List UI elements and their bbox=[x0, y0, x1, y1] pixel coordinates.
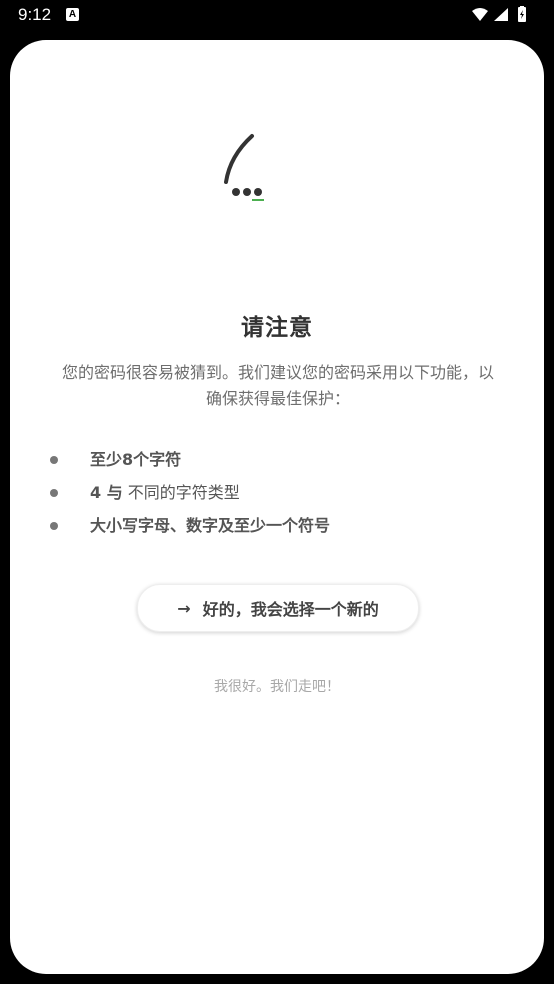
requirement-item: 至少8个字符 bbox=[46, 446, 330, 479]
dialog-title: 请注意 bbox=[241, 315, 313, 341]
choose-new-password-button[interactable]: → 好的，我会选择一个新的 bbox=[137, 584, 419, 632]
wifi-icon bbox=[472, 8, 488, 21]
status-time: 9:12 bbox=[18, 5, 52, 24]
primary-button-label: 好的，我会选择一个新的 bbox=[202, 600, 379, 619]
continue-anyway-link[interactable]: 我很好。我们走吧！ bbox=[10, 676, 544, 696]
bullet-icon bbox=[50, 489, 58, 497]
requirement-text: 至少 bbox=[90, 450, 123, 469]
bullet-icon bbox=[50, 522, 58, 530]
requirement-text: 个字符 bbox=[133, 450, 182, 469]
notification-a-icon: A bbox=[66, 8, 79, 21]
requirement-item: 大小写字母、数字及至少一个符号 bbox=[46, 512, 330, 545]
password-warning-sheet: 请注意 您的密码很容易被猜到。我们建议您的密码采用以下功能，以确保获得最佳保护：… bbox=[10, 40, 544, 974]
requirement-number: 4 bbox=[90, 483, 102, 502]
bullet-icon bbox=[50, 456, 58, 464]
requirement-text: 不同的字符类型 bbox=[122, 483, 240, 502]
requirement-item: 4 与 不同的字符类型 bbox=[46, 479, 330, 512]
status-icons bbox=[470, 6, 540, 24]
arrow-right-icon: → bbox=[177, 598, 191, 618]
status-bar: 9:12 A bbox=[0, 0, 554, 32]
requirement-number: 8 bbox=[122, 450, 134, 469]
dialog-description: 您的密码很容易被猜到。我们建议您的密码采用以下功能，以确保获得最佳保护： bbox=[61, 363, 494, 408]
password-logo-icon bbox=[224, 134, 264, 201]
requirement-text: 大小写字母、数字及至少一个符号 bbox=[90, 516, 331, 535]
cellular-signal-icon bbox=[494, 8, 508, 21]
requirement-text: 与 bbox=[101, 483, 123, 502]
requirements-list: 至少8个字符 4 与 不同的字符类型 大小写字母、数字及至少一个符号 bbox=[46, 446, 330, 545]
battery-icon bbox=[518, 6, 526, 22]
